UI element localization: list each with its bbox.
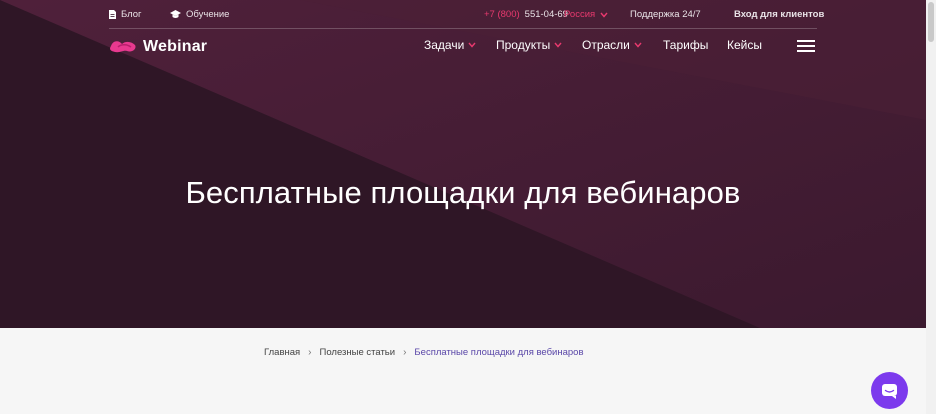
- support-link[interactable]: Поддержка 24/7: [630, 9, 701, 20]
- graduation-cap-icon: [170, 10, 181, 18]
- phone-link[interactable]: +7 (800) 551-04-69: [484, 9, 568, 20]
- blog-label: Блог: [121, 9, 142, 20]
- breadcrumb-articles[interactable]: Полезные статьи: [320, 347, 396, 358]
- page-title: Бесплатные площадки для вебинаров: [185, 175, 741, 210]
- chat-icon: [882, 383, 897, 399]
- nav-tasks-label: Задачи: [424, 38, 465, 52]
- chevron-down-icon: [468, 42, 476, 48]
- nav-industries-label: Отрасли: [582, 38, 630, 52]
- scrollbar[interactable]: [926, 0, 936, 414]
- client-login-label: Вход для клиентов: [734, 9, 825, 20]
- nav-cases-label: Кейсы: [727, 38, 762, 52]
- breadcrumb-separator-icon: ›: [308, 347, 312, 358]
- logo[interactable]: Webinar: [109, 38, 207, 56]
- chat-button[interactable]: [871, 372, 908, 409]
- logo-text: Webinar: [143, 38, 208, 55]
- nav-pricing-label: Тарифы: [663, 38, 709, 52]
- breadcrumb-home[interactable]: Главная: [264, 347, 300, 358]
- nav-item-tasks[interactable]: Задачи: [424, 38, 476, 52]
- webinar-logo-icon: [110, 41, 136, 53]
- scrollbar-thumb[interactable]: [928, 2, 934, 42]
- support-label: Поддержка 24/7: [630, 9, 701, 20]
- nav-item-pricing[interactable]: Тарифы: [663, 38, 708, 52]
- nav-item-industries[interactable]: Отрасли: [582, 38, 642, 52]
- topbar-divider: [109, 28, 817, 29]
- learning-label: Обучение: [186, 9, 230, 20]
- nav-item-cases[interactable]: Кейсы: [727, 38, 762, 52]
- hero-section: Блог Обучение +7 (800) 551-04-69 Россия П…: [0, 0, 926, 328]
- phone-prefix: +7 (800): [484, 9, 520, 20]
- main-nav: Webinar Задачи Продукты Отрасли Тарифы К…: [0, 30, 926, 62]
- nav-item-products[interactable]: Продукты: [496, 38, 562, 52]
- breadcrumb: Главная › Полезные статьи › Бесплатные п…: [0, 328, 926, 414]
- chevron-down-icon: [634, 42, 642, 48]
- document-icon: [109, 10, 116, 19]
- blog-link[interactable]: Блог: [109, 9, 142, 20]
- chevron-down-icon: [600, 12, 608, 18]
- chevron-down-icon: [554, 42, 562, 48]
- top-bar: Блог Обучение +7 (800) 551-04-69 Россия П…: [0, 0, 926, 30]
- phone-number: 551-04-69: [524, 9, 568, 20]
- breadcrumb-separator-icon: ›: [403, 347, 407, 358]
- hamburger-icon[interactable]: [797, 40, 815, 52]
- breadcrumb-current: Бесплатные площадки для вебинаров: [414, 347, 584, 358]
- learning-link[interactable]: Обучение: [170, 9, 229, 20]
- region-label: Россия: [564, 9, 596, 20]
- client-login-link[interactable]: Вход для клиентов: [734, 9, 824, 20]
- region-select[interactable]: Россия: [564, 9, 608, 20]
- nav-products-label: Продукты: [496, 38, 551, 52]
